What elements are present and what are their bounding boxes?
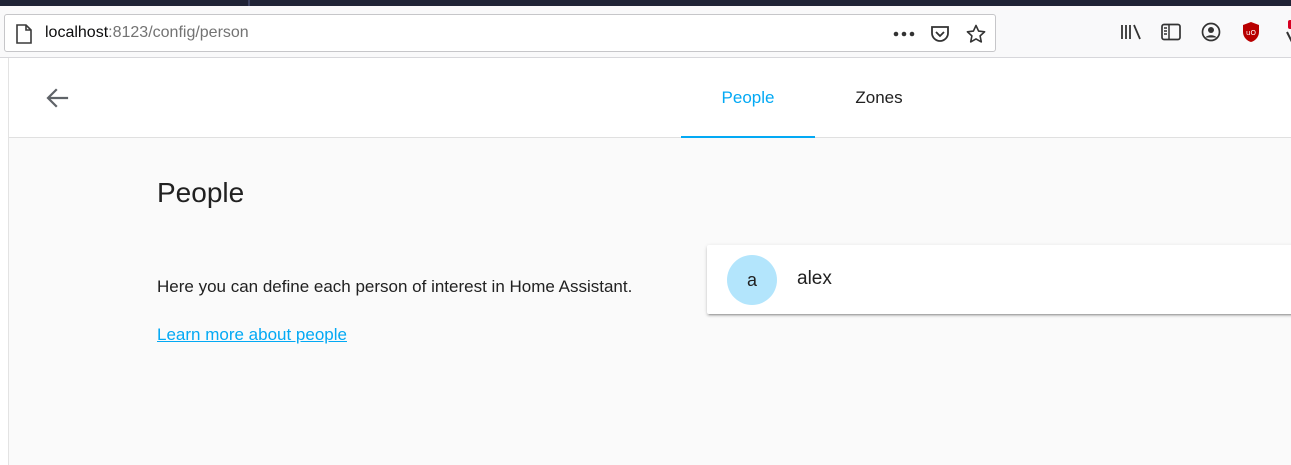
avatar: a (727, 255, 777, 305)
account-icon[interactable] (1198, 20, 1223, 44)
svg-text:uO: uO (1246, 29, 1256, 37)
url-host: localhost (45, 24, 109, 41)
tab-zones-label: Zones (855, 88, 903, 107)
address-bar[interactable]: localhost:8123/config/person (4, 14, 996, 52)
page-actions-icon[interactable] (891, 22, 917, 46)
sidebar-toggle-icon[interactable] (1158, 20, 1183, 44)
page-description: Here you can define each person of inter… (157, 277, 633, 296)
person-name: alex (797, 268, 832, 289)
page-icon (15, 24, 33, 44)
app-toolbar: People Zones (9, 58, 1291, 138)
pocket-icon[interactable] (927, 22, 953, 46)
page-title: People (157, 177, 245, 208)
avatar-initial: a (746, 269, 757, 290)
bookmark-star-icon[interactable] (963, 22, 989, 46)
tab-zones[interactable]: Zones (812, 58, 946, 138)
extension-badge-icon[interactable] (1278, 20, 1291, 44)
main-content: People Here you can define each person o… (9, 139, 1291, 465)
ublock-origin-icon[interactable]: uO (1238, 20, 1263, 44)
tab-people[interactable]: People (681, 58, 815, 138)
browser-navbar: localhost:8123/config/person uO (0, 6, 1291, 58)
library-icon[interactable] (1118, 20, 1143, 44)
back-arrow-icon[interactable] (43, 84, 71, 112)
learn-more-link[interactable]: Learn more about people (157, 325, 347, 345)
url-path: :8123/config/person (108, 24, 249, 41)
tab-people-label: People (721, 88, 775, 107)
app-sidebar-edge (0, 58, 9, 465)
url-text[interactable]: localhost:8123/config/person (45, 24, 249, 42)
person-card[interactable]: a alex (707, 245, 1291, 314)
